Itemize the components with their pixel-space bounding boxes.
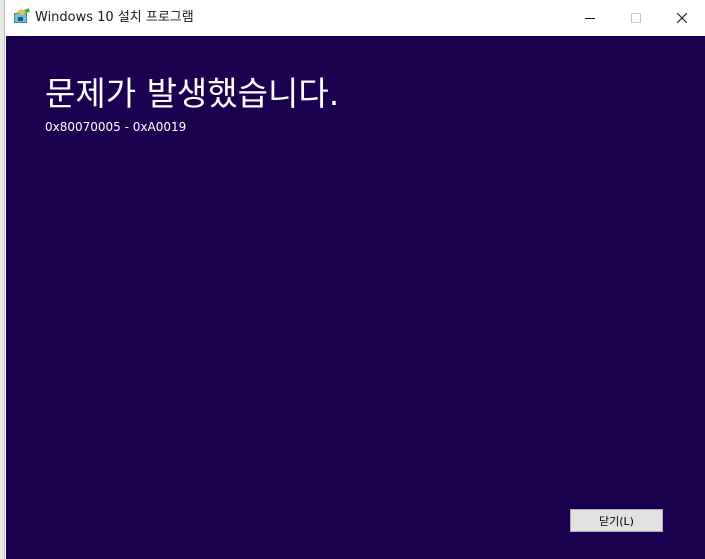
page-title: 문제가 발생했습니다. — [45, 74, 340, 113]
minimize-button[interactable] — [567, 0, 613, 36]
window-title: Windows 10 설치 프로그램 — [35, 10, 194, 25]
close-icon — [677, 13, 687, 23]
close-window-button[interactable] — [659, 0, 705, 36]
setup-window: Windows 10 설치 프로그램 문제가 발생했습니다. 0x8007000… — [0, 0, 705, 559]
maximize-icon — [631, 13, 641, 23]
minimize-icon — [585, 13, 595, 23]
close-button[interactable]: 닫기(L) — [570, 509, 663, 532]
window-border — [0, 0, 5, 559]
maximize-button — [613, 0, 659, 36]
windows-setup-icon — [13, 8, 31, 24]
title-bar[interactable]: Windows 10 설치 프로그램 — [5, 0, 705, 36]
window-controls — [567, 0, 705, 36]
setup-content: 문제가 발생했습니다. 0x80070005 - 0xA0019 닫기(L) — [6, 36, 705, 559]
error-code: 0x80070005 - 0xA0019 — [45, 120, 187, 134]
